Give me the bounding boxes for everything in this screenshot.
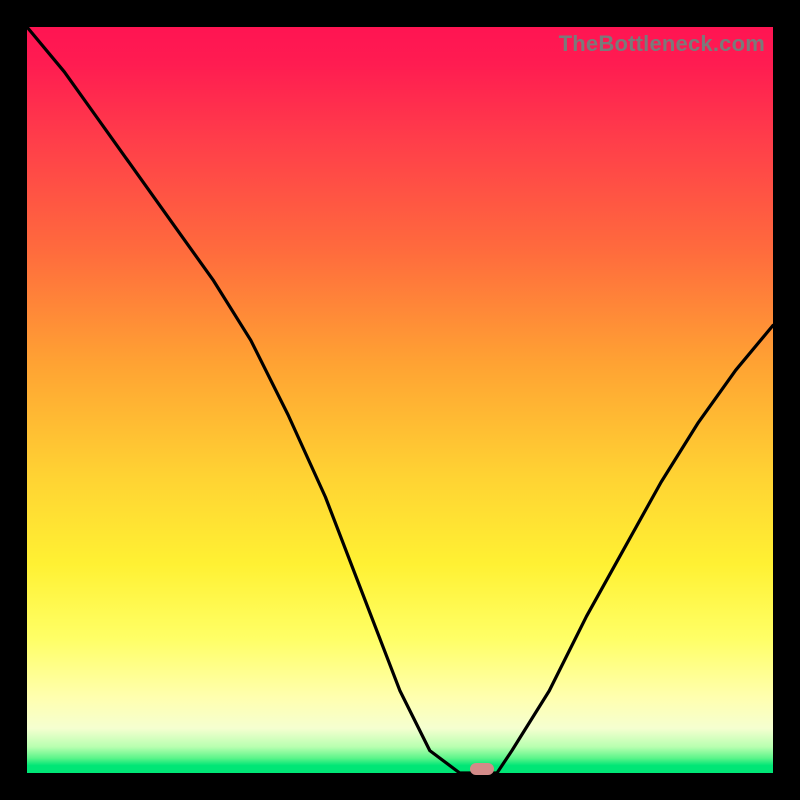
plot-area: TheBottleneck.com (27, 27, 773, 773)
bottleneck-curve (27, 27, 773, 773)
watermark-label: TheBottleneck.com (559, 31, 765, 57)
chart-stage: TheBottleneck.com (0, 0, 800, 800)
minimum-marker (470, 763, 494, 775)
